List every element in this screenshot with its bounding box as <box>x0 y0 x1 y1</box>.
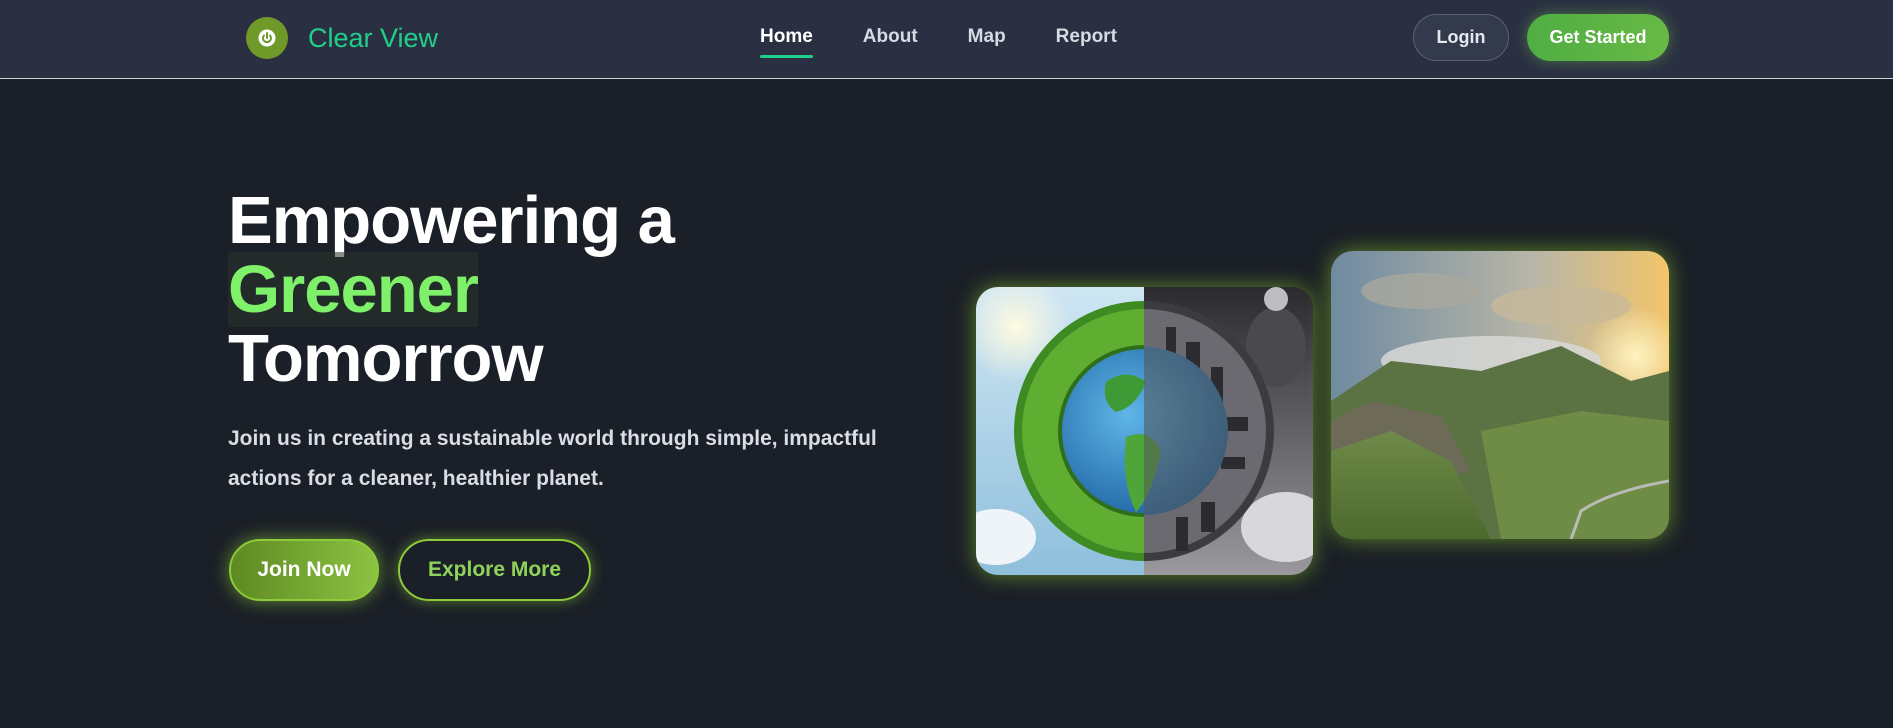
hero-title-highlight-line: Greener <box>228 252 674 327</box>
explore-more-button[interactable]: Explore More <box>398 539 591 601</box>
nav-link-report[interactable]: Report <box>1056 26 1117 48</box>
hero-title-line-1: Empowering a <box>228 183 675 258</box>
brand[interactable]: Clear View <box>246 16 438 60</box>
hero-subtitle: Join us in creating a sustainable world … <box>228 427 877 490</box>
nav-link-about[interactable]: About <box>863 26 918 48</box>
login-button[interactable]: Login <box>1413 14 1509 61</box>
get-started-button[interactable]: Get Started <box>1527 14 1669 61</box>
nav-link-map[interactable]: Map <box>968 26 1006 48</box>
hero-title-line-3: Tomorrow <box>228 321 544 396</box>
nav-link-home[interactable]: Home <box>760 26 813 58</box>
join-now-button[interactable]: Join Now <box>229 539 379 601</box>
hero-title: Empowering a Greener Tomorrow <box>228 183 675 396</box>
earth-illustration <box>976 287 1313 575</box>
top-navbar: Clear View Home About Map Report Login G… <box>0 0 1893 79</box>
power-icon <box>246 17 288 59</box>
hero-title-highlight: Greener <box>228 252 479 327</box>
earth-half-forest-half-city-image <box>976 287 1313 575</box>
green-mountain-valley-image <box>1331 251 1669 539</box>
valley-illustration <box>1331 251 1669 539</box>
brand-name: Clear View <box>308 22 439 53</box>
power-icon-svg <box>258 29 276 47</box>
nav-links: Home About Map Report <box>760 26 1167 58</box>
